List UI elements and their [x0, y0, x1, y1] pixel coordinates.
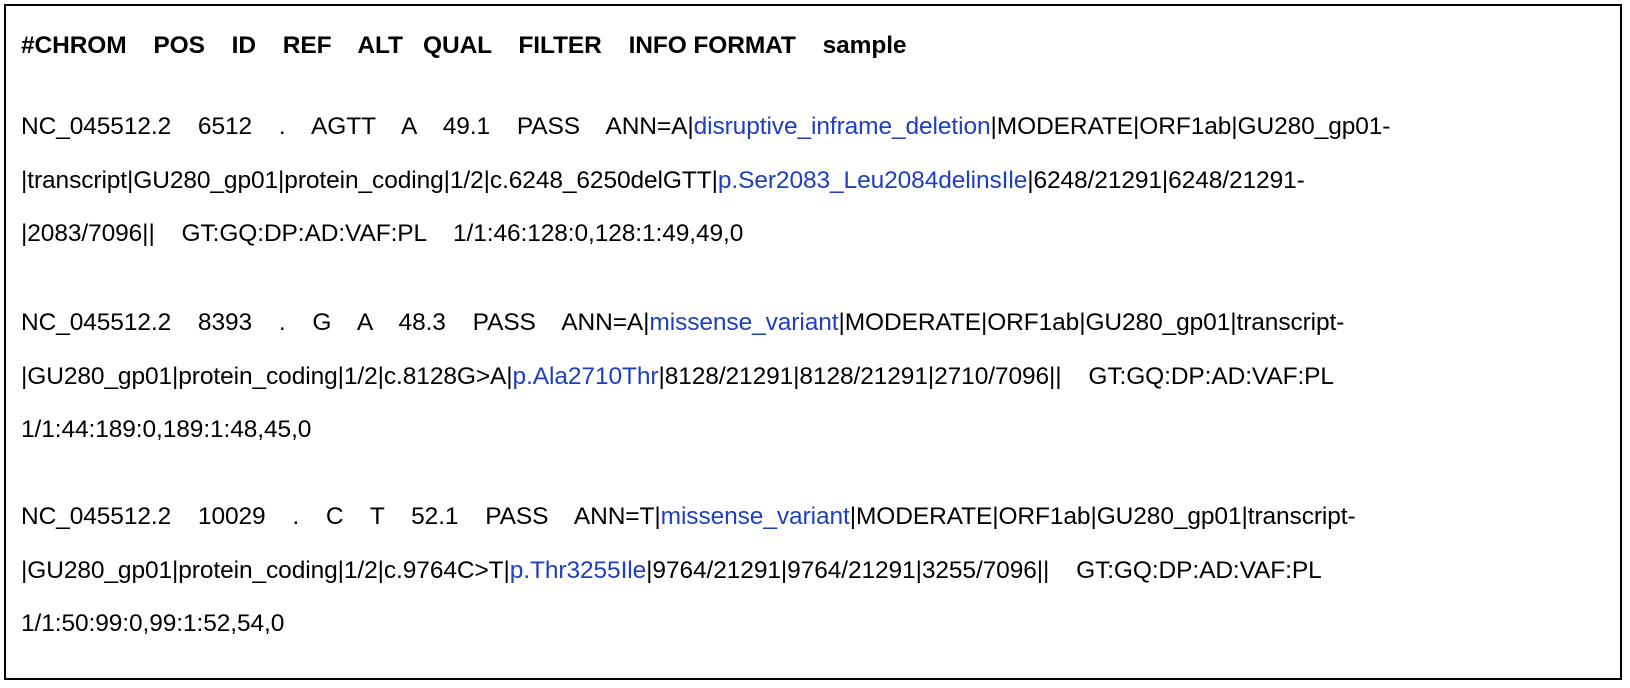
record-2-line-2-text: |GU280_gp01|protein_coding|1/2|c.8128G>A…	[21, 363, 513, 390]
record-2-effect-annotation: missense_variant	[649, 309, 839, 336]
record-3-line-3: 1/1:50:99:0,99:1:52,54,0	[21, 610, 285, 637]
record-1-line-2-tail: |6248/21291|6248/21291-	[1027, 167, 1305, 194]
record-1-line-2: |transcript|GU280_gp01|protein_coding|1/…	[21, 167, 1305, 195]
vcf-document-frame: #CHROM POS ID REF ALT QUAL FILTER INFO F…	[4, 4, 1622, 680]
record-1-line-3: |2083/7096|| GT:GQ:DP:AD:VAF:PL 1/1:46:1…	[21, 220, 744, 247]
record-3-line-1: NC_045512.2 10029 . C T 52.1 PASS ANN=T|…	[21, 503, 1356, 531]
record-3-line-1-tail: |MODERATE|ORF1ab|GU280_gp01|transcript-	[849, 503, 1356, 530]
record-3-line-2: |GU280_gp01|protein_coding|1/2|c.9764C>T…	[21, 557, 1322, 585]
record-1-line-1: NC_045512.2 6512 . AGTT A 49.1 PASS ANN=…	[21, 113, 1390, 141]
record-3-effect-annotation: missense_variant	[660, 503, 850, 530]
record-1-effect-annotation: disruptive_inframe_deletion	[693, 113, 991, 140]
record-3-line-2-tail: |9764/21291|9764/21291|3255/7096|| GT:GQ…	[646, 557, 1322, 584]
record-3-protein-change: p.Thr3255Ile	[509, 557, 647, 584]
record-2-line-2: |GU280_gp01|protein_coding|1/2|c.8128G>A…	[21, 363, 1334, 391]
record-2-line-3: 1/1:44:189:0,189:1:48,45,0	[21, 416, 312, 443]
record-2-line-1-tail: |MODERATE|ORF1ab|GU280_gp01|transcript-	[838, 309, 1345, 336]
record-2-protein-change: p.Ala2710Thr	[512, 363, 659, 390]
record-3-line-1-text: NC_045512.2 10029 . C T 52.1 PASS ANN=T|	[21, 503, 661, 530]
record-2-line-1: NC_045512.2 8393 . G A 48.3 PASS ANN=A|m…	[21, 309, 1344, 337]
record-2-line-1-text: NC_045512.2 8393 . G A 48.3 PASS ANN=A|	[21, 309, 650, 336]
record-2-line-2-tail: |8128/21291|8128/21291|2710/7096|| GT:GQ…	[658, 363, 1334, 390]
record-1-line-1-text: NC_045512.2 6512 . AGTT A 49.1 PASS ANN=…	[21, 113, 694, 140]
record-3-line-2-text: |GU280_gp01|protein_coding|1/2|c.9764C>T…	[21, 557, 510, 584]
record-1-line-2-text: |transcript|GU280_gp01|protein_coding|1/…	[21, 167, 718, 194]
record-1-line-1-tail: |MODERATE|ORF1ab|GU280_gp01-	[990, 113, 1391, 140]
vcf-header-row: #CHROM POS ID REF ALT QUAL FILTER INFO F…	[21, 32, 907, 59]
record-1-protein-change: p.Ser2083_Leu2084delinsIle	[717, 167, 1028, 194]
